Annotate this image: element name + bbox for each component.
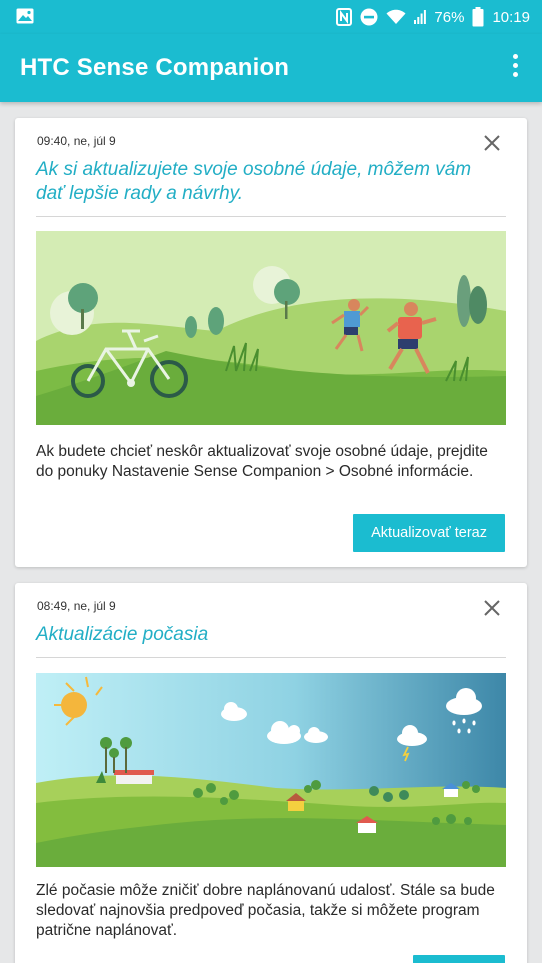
card-heading: Ak si aktualizujete svoje osobné údaje, … [36, 159, 472, 204]
weather-illustration [36, 673, 506, 867]
weather-action-button[interactable] [413, 955, 505, 963]
battery-percent: 76% [434, 8, 465, 26]
close-icon[interactable] [483, 134, 501, 152]
battery-icon [472, 7, 484, 27]
image-notification-icon [16, 8, 34, 24]
cycling-illustration [36, 231, 506, 425]
weather-card: 08:49, ne, júl 9 Aktualizácie počasia Zl… [15, 583, 527, 963]
suggestion-card: 09:40, ne, júl 9 Ak si aktualizujete svo… [15, 118, 527, 567]
clock: 10:19 [492, 8, 530, 26]
overflow-menu-icon[interactable] [510, 54, 520, 82]
card-timestamp: 08:49, ne, júl 9 [37, 599, 116, 613]
divider [36, 657, 506, 658]
status-icons: 76% 10:19 [336, 6, 530, 28]
card-body: Zlé počasie môže zničiť dobre naplánovan… [36, 882, 495, 939]
app-bar: HTC Sense Companion [0, 34, 542, 102]
do-not-disturb-icon [360, 8, 378, 26]
card-heading: Aktualizácie počasia [36, 624, 209, 645]
signal-icon [414, 10, 427, 24]
divider [36, 216, 506, 217]
card-timestamp: 09:40, ne, júl 9 [37, 134, 116, 148]
app-title: HTC Sense Companion [20, 54, 290, 81]
status-bar: 76% 10:19 [0, 0, 542, 34]
update-now-button[interactable]: Aktualizovať teraz [353, 514, 505, 552]
close-icon[interactable] [483, 599, 501, 617]
nfc-icon [336, 8, 353, 26]
wifi-icon [386, 9, 406, 24]
card-body: Ak budete chcieť neskôr aktualizovať svo… [36, 443, 488, 480]
